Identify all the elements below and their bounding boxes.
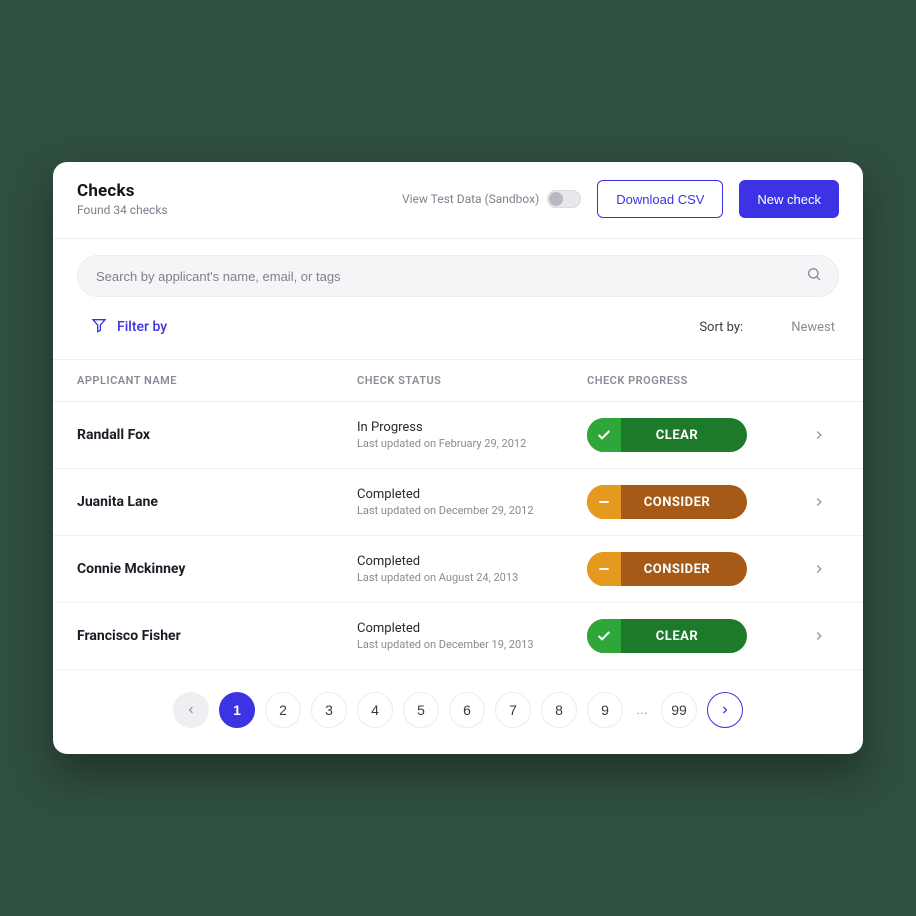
page-1-button[interactable]: 1 — [219, 692, 255, 728]
page-last-button[interactable]: 99 — [661, 692, 697, 728]
header: Checks Found 34 checks View Test Data (S… — [53, 162, 863, 239]
page-8-button[interactable]: 8 — [541, 692, 577, 728]
row-chevron-icon — [799, 495, 839, 509]
filter-icon — [91, 317, 107, 337]
check-progress: CONSIDER — [587, 485, 799, 519]
progress-pill: CONSIDER — [587, 552, 747, 586]
column-check-progress: CHECK PROGRESS — [587, 374, 799, 387]
sandbox-label: View Test Data (Sandbox) — [402, 192, 539, 206]
page-2-button[interactable]: 2 — [265, 692, 301, 728]
search-icon — [806, 266, 822, 286]
filter-sort-bar: Filter by Sort by: Newest — [77, 313, 839, 359]
page-9-button[interactable]: 9 — [587, 692, 623, 728]
row-chevron-icon — [799, 428, 839, 442]
last-updated: Last updated on February 29, 2012 — [357, 437, 587, 450]
page-prev-button[interactable] — [173, 692, 209, 728]
column-check-status: CHECK STATUS — [357, 374, 587, 387]
table-row[interactable]: Randall Fox In Progress Last updated on … — [53, 402, 863, 469]
row-chevron-icon — [799, 629, 839, 643]
minus-icon — [587, 552, 621, 586]
progress-pill: CONSIDER — [587, 485, 747, 519]
page-3-button[interactable]: 3 — [311, 692, 347, 728]
page-4-button[interactable]: 4 — [357, 692, 393, 728]
minus-icon — [587, 485, 621, 519]
checks-panel: Checks Found 34 checks View Test Data (S… — [53, 162, 863, 754]
check-progress: CLEAR — [587, 619, 799, 653]
progress-label: CLEAR — [621, 428, 747, 443]
column-applicant-name: APPLICANT NAME — [77, 374, 357, 387]
last-updated: Last updated on December 19, 2013 — [357, 638, 587, 651]
page-next-button[interactable] — [707, 692, 743, 728]
status-text: Completed — [357, 554, 587, 569]
download-csv-button[interactable]: Download CSV — [597, 180, 723, 218]
page-5-button[interactable]: 5 — [403, 692, 439, 728]
progress-label: CONSIDER — [621, 495, 747, 510]
last-updated: Last updated on December 29, 2012 — [357, 504, 587, 517]
table-row[interactable]: Francisco Fisher Completed Last updated … — [53, 603, 863, 670]
applicant-name: Randall Fox — [77, 427, 357, 443]
check-progress: CLEAR — [587, 418, 799, 452]
toolbar: Filter by Sort by: Newest — [53, 239, 863, 359]
pagination: 123456789 ... 99 — [53, 670, 863, 754]
page-ellipsis: ... — [633, 702, 651, 718]
status-text: Completed — [357, 487, 587, 502]
sort-control: Sort by: Newest — [699, 320, 835, 335]
sort-value[interactable]: Newest — [791, 320, 835, 335]
header-actions: View Test Data (Sandbox) Download CSV Ne… — [402, 180, 839, 218]
page-6-button[interactable]: 6 — [449, 692, 485, 728]
sort-label: Sort by: — [699, 320, 743, 335]
sandbox-toggle[interactable] — [547, 190, 581, 208]
progress-pill: CLEAR — [587, 418, 747, 452]
check-status: Completed Last updated on December 29, 2… — [357, 487, 587, 517]
status-text: Completed — [357, 621, 587, 636]
table-row[interactable]: Connie Mckinney Completed Last updated o… — [53, 536, 863, 603]
page-title: Checks — [77, 181, 168, 201]
search-input[interactable] — [96, 269, 790, 284]
applicant-name: Francisco Fisher — [77, 628, 357, 644]
last-updated: Last updated on August 24, 2013 — [357, 571, 587, 584]
applicant-name: Juanita Lane — [77, 494, 357, 510]
table-row[interactable]: Juanita Lane Completed Last updated on D… — [53, 469, 863, 536]
progress-label: CLEAR — [621, 629, 747, 644]
check-icon — [587, 418, 621, 452]
table-header: APPLICANT NAME CHECK STATUS CHECK PROGRE… — [53, 359, 863, 402]
row-chevron-icon — [799, 562, 839, 576]
page-7-button[interactable]: 7 — [495, 692, 531, 728]
check-icon — [587, 619, 621, 653]
header-title-group: Checks Found 34 checks — [77, 181, 168, 217]
filter-label: Filter by — [117, 319, 167, 335]
check-progress: CONSIDER — [587, 552, 799, 586]
filter-by-button[interactable]: Filter by — [81, 313, 177, 341]
check-status: Completed Last updated on December 19, 2… — [357, 621, 587, 651]
status-text: In Progress — [357, 420, 587, 435]
search-field[interactable] — [77, 255, 839, 297]
progress-label: CONSIDER — [621, 562, 747, 577]
results-count: Found 34 checks — [77, 203, 168, 217]
check-status: In Progress Last updated on February 29,… — [357, 420, 587, 450]
applicant-name: Connie Mckinney — [77, 561, 357, 577]
progress-pill: CLEAR — [587, 619, 747, 653]
table-body: Randall Fox In Progress Last updated on … — [53, 402, 863, 670]
sandbox-toggle-group: View Test Data (Sandbox) — [402, 190, 581, 208]
check-status: Completed Last updated on August 24, 201… — [357, 554, 587, 584]
new-check-button[interactable]: New check — [739, 180, 839, 218]
